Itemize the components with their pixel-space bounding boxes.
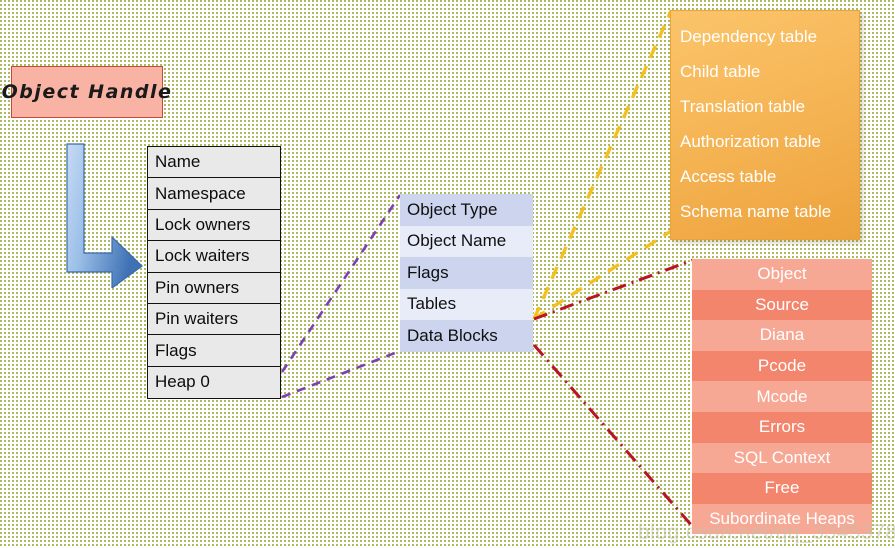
cell-text: Access table bbox=[680, 166, 777, 186]
cell-text: Flags bbox=[407, 262, 449, 282]
cell-text: Object Name bbox=[407, 231, 507, 251]
table-row[interactable]: Schema name table bbox=[671, 194, 859, 229]
object-handle-label: Object Handle bbox=[1, 81, 173, 103]
cell-text: Object bbox=[757, 264, 807, 284]
table-row[interactable]: Lock waiters bbox=[148, 241, 280, 273]
cell-text: Translation table bbox=[680, 96, 806, 116]
table-row[interactable]: Diana bbox=[692, 320, 872, 351]
connector-tables-to-box-bottom bbox=[533, 229, 672, 321]
cell-text: Flags bbox=[155, 340, 197, 360]
cell-text: Dependency table bbox=[680, 26, 818, 46]
cell-text: Diana bbox=[759, 325, 805, 345]
cell-text: Name bbox=[155, 152, 201, 172]
connector-blocks-to-box-bottom bbox=[532, 344, 695, 528]
connector-heap-to-object-top bbox=[280, 194, 402, 373]
table-row[interactable]: Object bbox=[692, 259, 872, 290]
table-row[interactable]: Namespace bbox=[148, 178, 280, 210]
watermark-text: blog.csdn.net/qq_33453784 bbox=[638, 521, 895, 544]
table-row[interactable]: Tables bbox=[400, 288, 533, 320]
cell-text: Schema name table bbox=[680, 201, 832, 221]
elbow-arrow-icon bbox=[66, 143, 143, 288]
diagram-canvas: Object Handle Name Namespace Lock owners… bbox=[0, 0, 895, 548]
table-row[interactable]: Heap 0 bbox=[148, 366, 280, 399]
connector-tables-to-box-top bbox=[532, 10, 673, 320]
cell-text: Tables bbox=[407, 294, 457, 314]
object-handle-label-box: Object Handle bbox=[2, 66, 171, 118]
object-heap-table: Object Type Object Name Flags Tables Dat… bbox=[400, 194, 533, 352]
table-row[interactable]: Source bbox=[692, 289, 872, 321]
cell-text: Source bbox=[755, 294, 809, 314]
cell-text: Lock waiters bbox=[155, 246, 250, 266]
cell-text: Authorization table bbox=[680, 131, 821, 151]
table-row[interactable]: Child table bbox=[671, 54, 859, 89]
table-row[interactable]: Dependency table bbox=[671, 19, 859, 54]
table-row[interactable]: Flags bbox=[148, 335, 280, 367]
cell-text: SQL Context bbox=[733, 447, 831, 467]
table-row[interactable]: Object Name bbox=[400, 225, 533, 257]
table-row[interactable]: Flags bbox=[400, 257, 533, 289]
cell-text: Pin owners bbox=[155, 277, 240, 297]
cell-text: Pin waiters bbox=[155, 309, 239, 329]
cell-text: Data Blocks bbox=[407, 325, 498, 345]
data-blocks-list-box: Object Source Diana Pcode Mcode Errors S… bbox=[692, 259, 872, 535]
cell-text: Errors bbox=[758, 417, 806, 437]
cell-text: Pcode bbox=[757, 356, 807, 376]
table-row[interactable]: Pin owners bbox=[148, 272, 280, 304]
table-row[interactable]: Translation table bbox=[671, 89, 859, 124]
table-row[interactable]: Mcode bbox=[692, 381, 872, 412]
connector-blocks-to-box-top bbox=[533, 258, 694, 321]
table-row[interactable]: Free bbox=[692, 473, 872, 504]
table-row[interactable]: Pin waiters bbox=[148, 303, 280, 336]
cell-text: Namespace bbox=[155, 183, 246, 203]
table-row[interactable]: Access table bbox=[671, 159, 859, 194]
cell-text: Child table bbox=[680, 61, 761, 81]
table-row[interactable]: Data Blocks bbox=[400, 320, 533, 352]
cell-text: Object Type bbox=[407, 199, 498, 219]
cell-text: Free bbox=[764, 478, 800, 498]
table-row[interactable]: Authorization table bbox=[671, 124, 859, 159]
cell-text: Lock owners bbox=[155, 214, 251, 234]
tables-list-box: Dependency table Child table Translation… bbox=[670, 10, 860, 240]
table-row[interactable]: Pcode bbox=[692, 350, 872, 382]
handle-fields-table: Name Namespace Lock owners Lock waiters … bbox=[147, 146, 281, 400]
table-row[interactable]: SQL Context bbox=[692, 442, 872, 474]
table-row[interactable]: Errors bbox=[692, 411, 872, 443]
table-row[interactable]: Name bbox=[148, 147, 280, 179]
cell-text: Mcode bbox=[756, 386, 808, 406]
cell-text: Heap 0 bbox=[155, 372, 210, 392]
table-row[interactable]: Lock owners bbox=[148, 209, 280, 242]
table-row[interactable]: Object Type bbox=[400, 194, 533, 226]
connector-heap-to-object-bottom bbox=[281, 349, 401, 399]
